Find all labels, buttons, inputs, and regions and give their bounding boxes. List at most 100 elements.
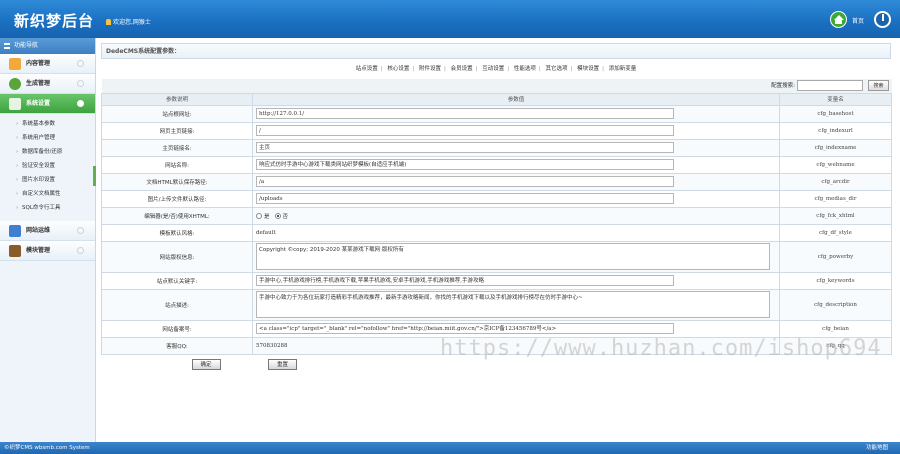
tab-other[interactable]: 其它选项 <box>542 66 570 72</box>
variable-name: cfg_fck_xhtml <box>779 206 892 225</box>
sidebar: 功能导航 内容管理 生成管理 系统设置 系统基本参数 系统用户管理 数据库备份/… <box>0 38 96 442</box>
variable-name: cfg_description <box>779 288 892 321</box>
value-input[interactable]: /a <box>256 176 674 187</box>
param-value-cell: /uploads <box>252 189 780 208</box>
search-button[interactable]: 搜索 <box>868 80 889 92</box>
value-text[interactable]: default <box>256 230 276 236</box>
submenu-item-users[interactable]: 系统用户管理 <box>0 131 95 145</box>
user-icon <box>106 19 111 25</box>
collapse-icon[interactable] <box>77 100 84 107</box>
submenu-item-watermark[interactable]: 图片水印设置 <box>0 173 95 187</box>
reset-button[interactable]: 重置 <box>268 358 298 370</box>
param-label: 站点描述: <box>101 288 253 321</box>
watermark-text: https://www.huzhan.com/ishop694 <box>440 336 882 361</box>
config-row: 网站备案号: <a class="icp" target="_blank" rel… <box>101 319 892 338</box>
settings-icon <box>9 98 21 110</box>
submenu-item-security[interactable]: 验证安全设置 <box>0 159 95 173</box>
column-header-description: 参数说明 <box>101 92 253 106</box>
tab-interaction[interactable]: 互动设置 <box>479 66 507 72</box>
value-input[interactable]: 主页 <box>256 142 674 153</box>
radio-no[interactable] <box>274 212 281 219</box>
tab-member[interactable]: 会员设置 <box>448 66 476 72</box>
value-input[interactable]: http://127.0.0.1/ <box>256 108 674 119</box>
menu-label: 生成管理 <box>26 80 51 87</box>
menu-label: 模块管理 <box>26 247 51 254</box>
tab-add-variable[interactable]: 添加新变量 <box>606 66 640 72</box>
logout-power-icon[interactable] <box>874 11 891 28</box>
menu-module-manage[interactable]: 模块管理 <box>0 241 95 261</box>
submenu-item-basic-params[interactable]: 系统基本参数 <box>0 117 95 131</box>
param-label: 网站备案号: <box>101 319 253 338</box>
param-label: 网站版权信息: <box>101 240 253 273</box>
value-input[interactable]: 手游中心,手机游戏排行榜,手机游戏下载,苹果手机游戏,安卓手机游戏,手机游戏推荐… <box>256 275 674 286</box>
radio-yes-label: 是 <box>264 213 270 220</box>
param-label: 图片/上传文件默认路径: <box>101 189 253 208</box>
config-row: 网站版权信息: Copyright ©copy; 2019-2020 某某游戏下载… <box>101 240 892 273</box>
menu-system-settings[interactable]: 系统设置 <box>0 94 95 114</box>
param-label: 站点默认关键字: <box>101 271 253 290</box>
submenu-item-backup[interactable]: 数据库备份/还原 <box>0 145 95 159</box>
param-value-cell: 主页 <box>252 138 780 157</box>
tab-attachment[interactable]: 附件设置 <box>416 66 444 72</box>
param-value-cell: 响应式仿时手游中心游戏下载类网站织梦模板(自适应手机端) <box>252 155 780 174</box>
param-value-cell: /a <box>252 172 780 191</box>
value-input[interactable]: / <box>256 125 674 136</box>
app-logo: 新织梦后台 <box>14 12 95 30</box>
param-value-cell: http://127.0.0.1/ <box>252 104 780 123</box>
param-label: 网页主页链接: <box>101 121 253 140</box>
ok-button[interactable]: 确定 <box>191 358 221 370</box>
value-input[interactable]: /uploads <box>256 193 674 204</box>
param-value-cell: Copyright ©copy; 2019-2020 某某游戏下载网 版权所有 <box>252 240 780 273</box>
tab-site[interactable]: 站点设置 <box>353 66 381 72</box>
welcome-label: 欢迎您,网猴士 <box>113 19 151 26</box>
param-value-cell: / <box>252 121 780 140</box>
config-search-input[interactable] <box>796 80 863 92</box>
menu-generate-manage[interactable]: 生成管理 <box>0 74 95 94</box>
expand-icon[interactable] <box>77 227 84 234</box>
main-panel: DedeCMS系统配置参数： 站点设置 | 核心设置 | 附件设置 | 会员设置 | 互… <box>101 43 892 441</box>
submenu: 系统基本参数 系统用户管理 数据库备份/还原 验证安全设置 图片水印设置 自定义… <box>0 114 95 221</box>
variable-name: cfg_indexurl <box>779 121 892 140</box>
value-input[interactable]: <a class="icp" target="_blank" rel="nofo… <box>256 323 674 334</box>
home-icon[interactable] <box>830 11 847 28</box>
radio-yes[interactable] <box>256 212 262 219</box>
value-text[interactable]: 570830288 <box>256 343 288 349</box>
value-textarea[interactable]: 手游中心致力于为各位玩家打造精彩手机游戏推荐，最新手游攻略新闻，你找的手机游戏下… <box>256 291 770 318</box>
config-row: 文档HTML默认保存路径:/a cfg_arcdir <box>101 172 892 191</box>
footer: ©织梦CMS wbsmb.com System 功能地图 <box>0 442 900 454</box>
submenu-item-sql[interactable]: SQL命令行工具 <box>0 201 95 215</box>
list-icon <box>4 43 10 49</box>
footer-sitemap-link[interactable]: 功能地图 <box>866 442 888 454</box>
home-link[interactable]: 首页 <box>852 16 864 25</box>
expand-icon[interactable] <box>77 80 84 87</box>
tab-performance[interactable]: 性能选项 <box>511 66 539 72</box>
module-icon <box>9 245 21 257</box>
tab-core[interactable]: 核心设置 <box>384 66 412 72</box>
param-label: 网站名称: <box>101 155 253 174</box>
column-header-value: 参数值 <box>252 92 780 106</box>
param-label: 主页链接名: <box>101 138 253 157</box>
param-value-cell: 手游中心致力于为各位玩家打造精彩手机游戏推荐，最新手游攻略新闻，你找的手机游戏下… <box>252 288 780 321</box>
config-row: 站点默认关键字: 手游中心,手机游戏排行榜,手机游戏下载,苹果手机游戏,安卓手机游… <box>101 271 892 290</box>
menu-content-manage[interactable]: 内容管理 <box>0 54 95 74</box>
value-input[interactable]: 响应式仿时手游中心游戏下载类网站织梦模板(自适应手机端) <box>256 159 674 170</box>
param-value-cell: 手游中心,手机游戏排行榜,手机游戏下载,苹果手机游戏,安卓手机游戏,手机游戏推荐… <box>252 271 780 290</box>
param-label: 站点根网址: <box>101 104 253 123</box>
config-row: 站点根网址: http://127.0.0.1/cfg_basehost <box>101 104 892 123</box>
expand-icon[interactable] <box>77 60 84 67</box>
welcome-text: 欢迎您,网猴士 <box>106 17 151 26</box>
monitor-icon <box>9 225 21 237</box>
param-label: 文档HTML默认保存路径: <box>101 172 253 191</box>
footer-copyright: ©织梦CMS wbsmb.com System <box>4 445 90 451</box>
menu-site-ops[interactable]: 网站运维 <box>0 221 95 241</box>
nav-title: 功能导航 <box>0 38 95 54</box>
nav-title-label: 功能导航 <box>14 42 39 49</box>
tab-module[interactable]: 模块设置 <box>574 66 602 72</box>
config-row: 网站名称: 响应式仿时手游中心游戏下载类网站织梦模板(自适应手机端) cfg_web… <box>101 155 892 174</box>
value-textarea[interactable]: Copyright ©copy; 2019-2020 某某游戏下载网 版权所有 <box>256 243 770 270</box>
expand-icon[interactable] <box>77 247 84 254</box>
submenu-item-doc-attrs[interactable]: 自定义文档属性 <box>0 187 95 201</box>
variable-name: cfg_arcdir <box>779 172 892 191</box>
radio-no-label: 否 <box>282 213 289 220</box>
sidebar-resize-handle[interactable] <box>93 166 96 186</box>
